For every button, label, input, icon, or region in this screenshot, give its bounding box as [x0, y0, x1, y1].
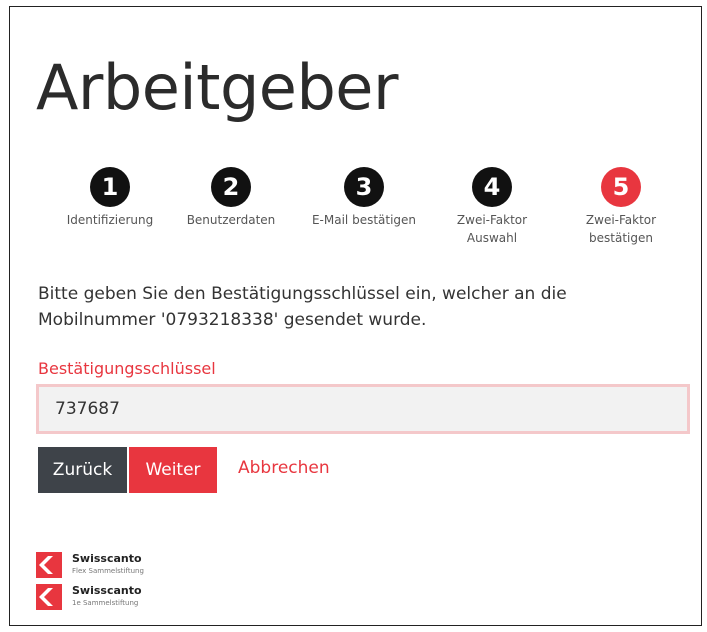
step-2: 2 Benutzerdaten [171, 167, 291, 229]
step-label: E-Mail bestätigen [311, 213, 417, 227]
confirmation-key-input[interactable] [39, 387, 687, 431]
instruction-text: Bitte geben Sie den Bestätigungsschlüsse… [38, 284, 567, 330]
progress-steps: 1 Identifizierung 2 Benutzerdaten 3 E-Ma… [10, 167, 703, 267]
step-label-line1: Zwei-Faktor [456, 213, 528, 227]
step-1: 1 Identifizierung [50, 167, 170, 229]
swisscanto-logo-icon [36, 584, 62, 610]
step-label-line1: Zwei-Faktor [585, 213, 657, 227]
next-button[interactable]: Weiter [129, 447, 217, 493]
page-frame: Arbeitgeber 1 Identifizierung 2 Benutzer… [9, 6, 702, 626]
step-5: 5 Zwei-Faktor bestätigen [561, 167, 681, 247]
confirmation-key-label: Bestätigungsschlüssel [38, 359, 216, 378]
confirmation-key-field-wrapper [36, 384, 690, 434]
step-3: 3 E-Mail bestätigen [304, 167, 424, 229]
back-button[interactable]: Zurück [38, 447, 127, 493]
step-label: Identifizierung [66, 213, 154, 227]
cancel-link[interactable]: Abbrechen [238, 458, 330, 478]
logo-subtitle: Flex Sammelstiftung [72, 567, 144, 575]
logo-name: Swisscanto [72, 584, 142, 597]
step-number: 3 [344, 167, 384, 207]
page-title: Arbeitgeber [36, 51, 398, 124]
swisscanto-logo-icon [36, 552, 62, 578]
step-label: Benutzerdaten [186, 213, 276, 227]
step-label: Zwei-Faktor Auswahl [432, 211, 552, 247]
step-label-line2: bestätigen [589, 231, 653, 245]
step-number: 2 [211, 167, 251, 207]
step-label-line2: Auswahl [466, 231, 518, 245]
step-number: 4 [472, 167, 512, 207]
step-number-active: 5 [601, 167, 641, 207]
logo-subtitle: 1e Sammelstiftung [72, 599, 139, 607]
step-label: Zwei-Faktor bestätigen [561, 211, 681, 247]
step-4: 4 Zwei-Faktor Auswahl [432, 167, 552, 247]
step-number: 1 [90, 167, 130, 207]
logo-name: Swisscanto [72, 552, 142, 565]
